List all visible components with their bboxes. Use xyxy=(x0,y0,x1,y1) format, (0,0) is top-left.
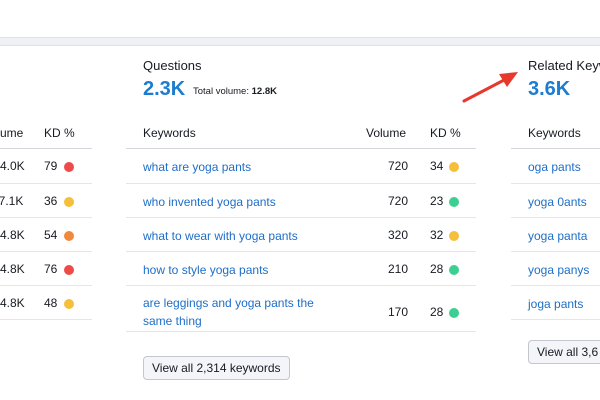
red-arrow-icon xyxy=(462,72,518,103)
